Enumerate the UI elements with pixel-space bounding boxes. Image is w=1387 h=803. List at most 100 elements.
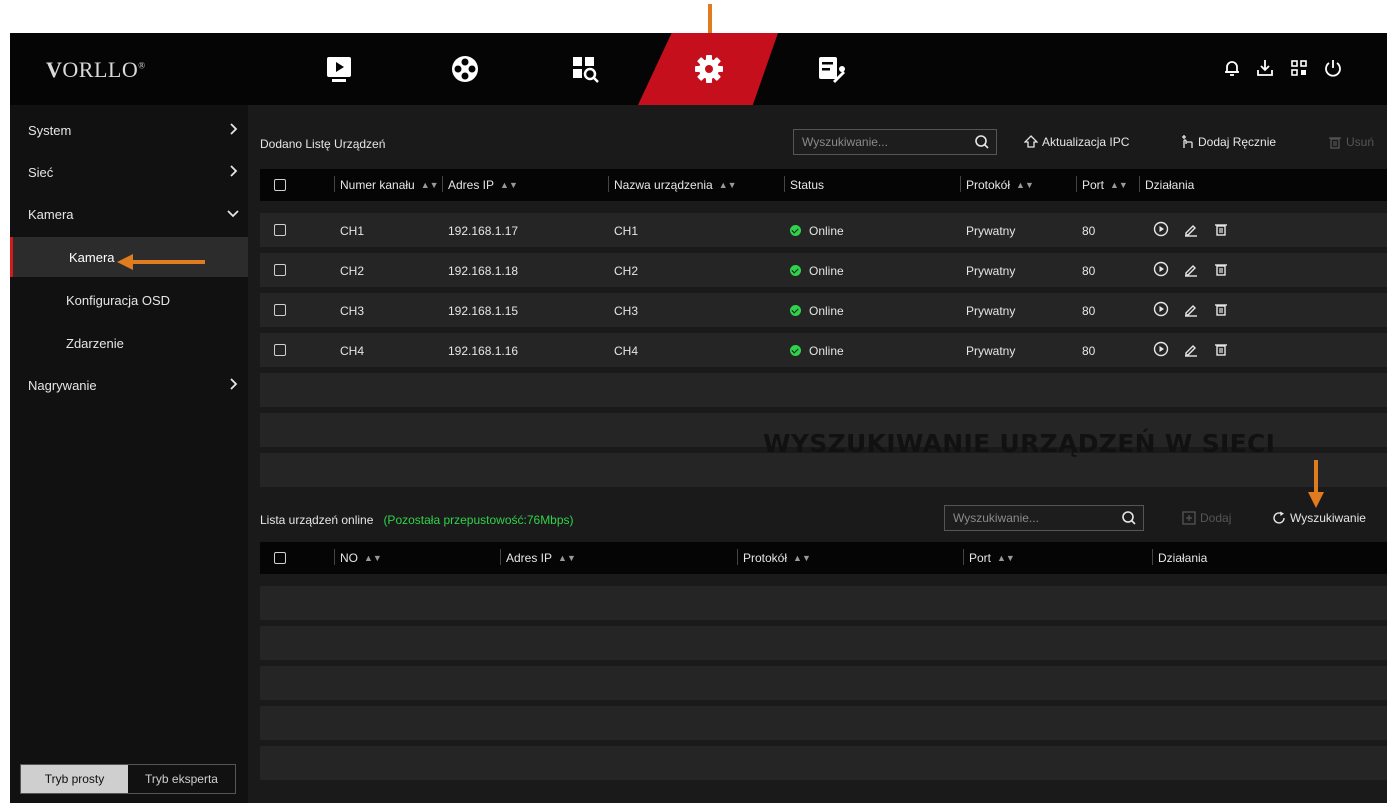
sort-icon: ▲▼ [420, 180, 439, 190]
cell-channel: CH3 [340, 304, 365, 318]
play-icon[interactable] [1153, 221, 1169, 237]
table-row[interactable]: CH4 192.168.1.16 CH4 Online Prywatny 80 [260, 333, 1387, 367]
column-protocol[interactable]: Protokół ▲▼ [960, 176, 1034, 192]
delete-button[interactable]: Usuń [1328, 135, 1374, 149]
sidebar-item-event[interactable]: Zdarzenie [10, 323, 248, 363]
row-checkbox[interactable] [274, 304, 286, 316]
maintenance-icon [819, 57, 845, 83]
row-actions [1153, 261, 1229, 277]
power-button[interactable] [1323, 58, 1345, 80]
play-icon[interactable] [1153, 301, 1169, 317]
play-icon[interactable] [1153, 261, 1169, 277]
column-label: Protokół [743, 551, 788, 565]
play-icon[interactable] [1153, 341, 1169, 357]
search-icon [1122, 511, 1136, 525]
select-all-checkbox[interactable] [274, 179, 286, 191]
sort-icon: ▲▼ [500, 180, 518, 190]
column-ip[interactable]: Adres IP ▲▼ [500, 549, 576, 565]
settings-sidebar: System Sieć Kamera Kamera Konfiguracja O… [10, 105, 248, 803]
column-ip[interactable]: Adres IP ▲▼ [442, 176, 518, 192]
trash-icon[interactable] [1213, 261, 1229, 277]
edit-pencil-icon[interactable] [1183, 341, 1199, 357]
cell-protocol: Prywatny [966, 264, 1016, 278]
notification-button[interactable] [1222, 58, 1244, 80]
online-check-icon [790, 225, 801, 236]
empty-table-row [260, 746, 1387, 780]
qr-grid-icon [1291, 60, 1307, 76]
trash-icon[interactable] [1213, 221, 1229, 237]
film-reel-icon [452, 56, 478, 82]
edit-pencil-icon[interactable] [1183, 261, 1199, 277]
add-manually-button[interactable]: Dodaj Ręcznie [1180, 135, 1276, 149]
network-search-button[interactable]: Wyszukiwanie [1272, 511, 1366, 525]
column-port[interactable]: Port ▲▼ [1076, 176, 1128, 192]
trash-icon [1329, 137, 1341, 149]
column-label: Port [969, 551, 992, 565]
search-icon [975, 135, 989, 149]
edit-pencil-icon[interactable] [1183, 301, 1199, 317]
simple-mode-button[interactable]: Tryb prosty [21, 765, 128, 793]
sidebar-item-system[interactable]: System [10, 110, 248, 150]
column-label: Numer kanału [340, 178, 415, 192]
row-checkbox[interactable] [274, 344, 286, 356]
edit-pencil-icon[interactable] [1183, 221, 1199, 237]
status-text: Online [809, 344, 844, 358]
add-box-icon [1182, 511, 1196, 525]
sidebar-item-osd-config[interactable]: Konfiguracja OSD [10, 280, 248, 320]
row-checkbox[interactable] [274, 264, 286, 276]
download-button[interactable] [1255, 58, 1277, 80]
table-row[interactable]: CH1 192.168.1.17 CH1 Online Prywatny 80 [260, 213, 1387, 247]
trash-icon[interactable] [1213, 301, 1229, 317]
delete-label: Usuń [1346, 135, 1375, 149]
sidebar-item-camera-group[interactable]: Kamera [10, 194, 248, 234]
empty-table-row [260, 666, 1387, 700]
cell-port: 80 [1082, 344, 1096, 358]
cell-ip: 192.168.1.17 [448, 224, 519, 238]
tab-settings[interactable] [664, 33, 754, 105]
column-port[interactable]: Port ▲▼ [963, 549, 1015, 565]
column-no[interactable]: NO ▲▼ [334, 549, 382, 565]
column-device-name[interactable]: Nazwa urządzenia ▲▼ [608, 176, 737, 192]
sidebar-item-recording[interactable]: Nagrywanie [10, 365, 248, 405]
tab-maintenance[interactable] [786, 33, 876, 105]
sidebar-item-label: Konfiguracja OSD [66, 292, 171, 308]
cell-channel: CH2 [340, 264, 365, 278]
online-title-text: Lista urządzeń online [260, 513, 374, 527]
table-row[interactable]: CH2 192.168.1.18 CH2 Online Prywatny 80 [260, 253, 1387, 287]
hand-plus-icon [1182, 135, 1193, 148]
column-protocol[interactable]: Protokół ▲▼ [737, 549, 811, 565]
settings-gear-icon [695, 55, 723, 83]
sidebar-item-label: System [28, 122, 72, 138]
cell-port: 80 [1082, 224, 1096, 238]
empty-table-row [260, 453, 1387, 487]
expert-mode-button[interactable]: Tryb eksperta [128, 765, 235, 793]
update-ipc-button[interactable]: Aktualizacja IPC [1024, 135, 1129, 149]
row-actions [1153, 221, 1229, 237]
sidebar-item-network[interactable]: Sieć [10, 152, 248, 192]
online-devices-title: Lista urządzeń online (Pozostała przepus… [260, 513, 574, 527]
row-checkbox[interactable] [274, 224, 286, 236]
cell-protocol: Prywatny [966, 304, 1016, 318]
tab-recording-file[interactable] [420, 33, 510, 105]
online-search-input[interactable]: Wyszukiwanie... [944, 505, 1144, 531]
sort-icon: ▲▼ [718, 180, 737, 190]
sort-icon: ▲▼ [997, 553, 1015, 563]
added-search-input[interactable]: Wyszukiwanie... [793, 129, 997, 155]
add-device-button[interactable]: Dodaj [1182, 511, 1231, 525]
online-check-icon [790, 265, 801, 276]
select-all-checkbox[interactable] [274, 552, 286, 564]
search-grid-icon [573, 57, 599, 83]
status-text: Online [809, 224, 844, 238]
add-label: Dodaj [1200, 511, 1232, 525]
table-row[interactable]: CH3 192.168.1.15 CH3 Online Prywatny 80 [260, 293, 1387, 327]
column-channel[interactable]: Numer kanału ▲▼ [334, 176, 439, 192]
search-placeholder: Wyszukiwanie... [953, 511, 1039, 525]
tab-search[interactable] [540, 33, 630, 105]
chevron-right-icon [230, 378, 238, 390]
download-icon [1257, 60, 1273, 76]
tab-playback[interactable] [294, 33, 384, 105]
column-label: Adres IP [448, 178, 495, 192]
add-manually-label: Dodaj Ręcznie [1198, 135, 1277, 149]
trash-icon[interactable] [1213, 341, 1229, 357]
qr-code-button[interactable] [1289, 58, 1311, 80]
